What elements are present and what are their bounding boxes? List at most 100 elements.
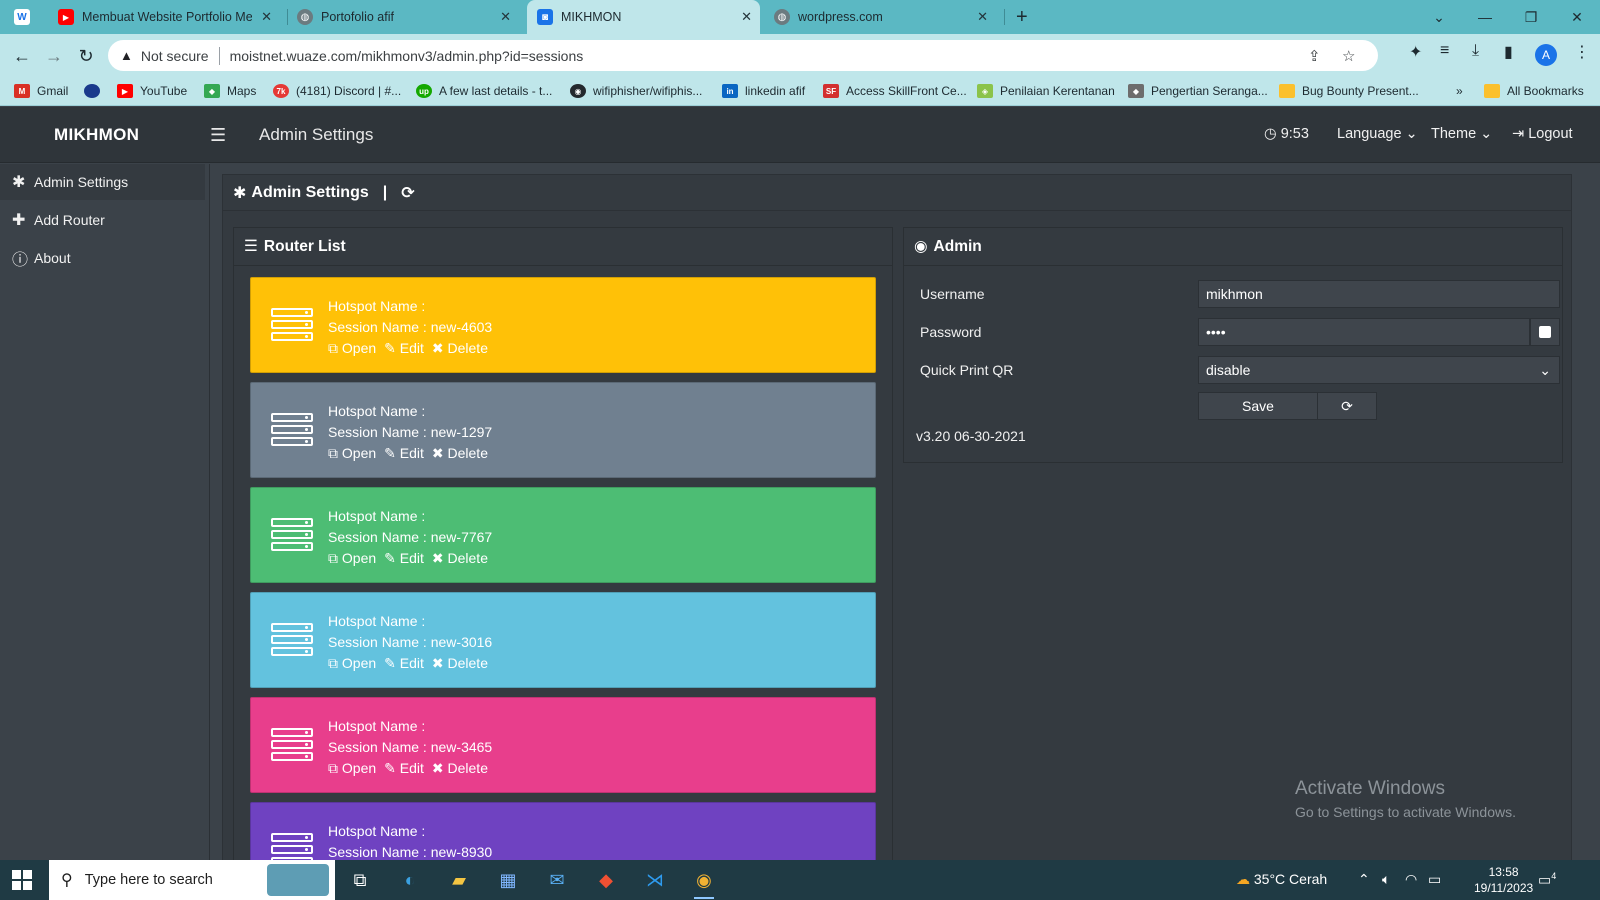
edit-link[interactable]: ✎ Edit xyxy=(384,338,424,359)
cube-icon: ◈ xyxy=(977,84,993,98)
brand-logo[interactable]: MIKHMON xyxy=(54,125,139,145)
share-icon[interactable]: ⇪ xyxy=(1308,47,1321,65)
bookmark-maps[interactable]: ◆ Maps xyxy=(204,82,256,100)
youtube-icon: ▶ xyxy=(117,84,133,98)
file-explorer-icon[interactable]: ▰ xyxy=(443,865,475,895)
close-tab-icon[interactable]: ✕ xyxy=(261,9,272,25)
edit-link[interactable]: ✎ Edit xyxy=(384,443,424,464)
vscode-icon[interactable]: ⋊ xyxy=(639,865,671,895)
open-link[interactable]: ⧉ Open xyxy=(328,758,376,779)
sidebar-item-add-router[interactable]: ✚ Add Router xyxy=(0,202,205,238)
more-bookmarks-button[interactable]: » xyxy=(1456,82,1463,100)
quick-print-qr-select[interactable]: disable ⌄ xyxy=(1198,356,1560,384)
edit-link[interactable]: ✎ Edit xyxy=(384,653,424,674)
logout-button[interactable]: ⇥ Logout xyxy=(1512,126,1573,142)
battery-icon[interactable]: ▭ xyxy=(1428,871,1441,888)
reload-button[interactable]: ↻ xyxy=(72,42,100,70)
open-link[interactable]: ⧉ Open xyxy=(328,338,376,359)
chevron-down-icon: ⌄ xyxy=(1405,126,1418,142)
task-view-icon[interactable]: ⧉ xyxy=(344,865,376,895)
hamburger-menu-icon[interactable]: ☰ xyxy=(210,125,226,146)
download-icon[interactable]: ⤓ xyxy=(1472,42,1479,60)
bookmark-discord[interactable]: 7k (4181) Discord | #... xyxy=(273,82,401,100)
delete-link[interactable]: ✖ Delete xyxy=(432,443,488,464)
password-input[interactable]: •••• xyxy=(1198,318,1530,346)
bookmark-pengertian[interactable]: ◆ Pengertian Seranga... xyxy=(1128,82,1268,100)
taskbar-clock[interactable]: 13:58 19/11/2023 xyxy=(1474,864,1533,896)
url-text[interactable]: moistnet.wuaze.com/mikhmonv3/admin.php?i… xyxy=(230,48,584,64)
store-icon[interactable]: ▦ xyxy=(492,865,524,895)
tray-chevron-icon[interactable]: ⌃ xyxy=(1358,871,1370,888)
restore-button[interactable]: ❐ xyxy=(1508,0,1554,34)
git-icon[interactable]: ◆ xyxy=(590,865,622,895)
delete-link[interactable]: ✖ Delete xyxy=(432,338,488,359)
delete-link[interactable]: ✖ Delete xyxy=(432,653,488,674)
open-link[interactable]: ⧉ Open xyxy=(328,443,376,464)
bookmark-linkedin[interactable]: in linkedin afif xyxy=(722,82,805,100)
close-tab-icon[interactable]: ✕ xyxy=(977,9,988,25)
close-window-button[interactable]: ✕ xyxy=(1554,0,1600,34)
side-panel-icon[interactable]: ▮ xyxy=(1504,42,1513,62)
skillfront-icon: SF xyxy=(823,84,839,98)
close-tab-icon[interactable]: ✕ xyxy=(741,9,752,25)
maps-pin-icon: ◆ xyxy=(204,84,220,98)
edge-icon[interactable]: ◐ xyxy=(394,865,426,895)
warning-icon[interactable]: ▲ xyxy=(120,48,133,63)
chrome-icon[interactable]: ◉ xyxy=(688,865,720,899)
extensions-icon[interactable]: ✦ xyxy=(1409,42,1422,62)
tab-youtube[interactable]: ▶ Membuat Website Portfolio Men ✕ xyxy=(58,0,280,34)
media-queue-icon[interactable]: ≡ xyxy=(1440,42,1449,60)
bookmark-youtube[interactable]: ▶ YouTube xyxy=(117,82,187,100)
mikhmon-icon: ◙ xyxy=(537,9,553,25)
tab-portofolio[interactable]: ◍ Portofolio afif ✕ xyxy=(297,0,519,34)
discord-icon: 7k xyxy=(273,84,289,98)
delete-link[interactable]: ✖ Delete xyxy=(432,548,488,569)
open-link[interactable]: ⧉ Open xyxy=(328,653,376,674)
sidebar-item-about[interactable]: ⓘ About xyxy=(0,240,205,276)
all-bookmarks[interactable]: All Bookmarks xyxy=(1484,82,1584,100)
refresh-icon[interactable]: ⟳ xyxy=(401,183,414,203)
close-tab-icon[interactable]: ✕ xyxy=(500,9,511,25)
bookmark-penilaian[interactable]: ◈ Penilaian Kerentanan xyxy=(977,82,1115,100)
bookmark-skillfront[interactable]: SF Access SkillFront Ce... xyxy=(823,82,967,100)
volume-icon[interactable]: 🔈︎ xyxy=(1382,871,1390,888)
weather-widget[interactable]: ☁ 35°C Cerah xyxy=(1236,871,1327,888)
menu-kebab-icon[interactable]: ⋮ xyxy=(1574,42,1590,62)
new-tab-button[interactable]: + xyxy=(1016,0,1044,34)
open-link[interactable]: ⧉ Open xyxy=(328,548,376,569)
back-button[interactable]: ← xyxy=(8,42,36,70)
language-dropdown[interactable]: Language ⌄ xyxy=(1337,126,1418,142)
bookmark-upwork[interactable]: up A few last details - t... xyxy=(416,82,552,100)
delete-link[interactable]: ✖ Delete xyxy=(432,758,488,779)
notifications-icon[interactable]: ▭4 xyxy=(1538,871,1556,889)
sidebar-item-admin-settings[interactable]: ✱ Admin Settings xyxy=(0,164,205,200)
bookmark-bug-bounty[interactable]: Bug Bounty Present... xyxy=(1279,82,1419,100)
bookmark-unnamed[interactable] xyxy=(84,82,107,100)
not-secure-label[interactable]: Not secure xyxy=(141,48,209,64)
star-icon[interactable]: ☆ xyxy=(1342,47,1355,65)
reload-config-button[interactable]: ⟳ xyxy=(1317,392,1377,420)
bookmark-gmail[interactable]: M Gmail xyxy=(14,82,68,100)
profile-avatar[interactable]: A xyxy=(1535,44,1557,66)
version-text: v3.20 06-30-2021 xyxy=(916,428,1026,444)
forward-button[interactable]: → xyxy=(40,42,68,70)
tab-search-chevron-icon[interactable]: ⌄ xyxy=(1416,0,1462,34)
show-password-checkbox[interactable] xyxy=(1530,318,1560,346)
tab-wordpress[interactable]: ◍ wordpress.com ✕ xyxy=(774,0,996,34)
taskbar-search-box[interactable]: ⚲ Type here to search xyxy=(49,860,335,900)
windows-start-icon[interactable] xyxy=(12,870,32,890)
minimize-button[interactable]: — xyxy=(1462,0,1508,34)
address-bar[interactable]: ▲ Not secure moistnet.wuaze.com/mikhmonv… xyxy=(108,40,1378,71)
username-input[interactable]: mikhmon xyxy=(1198,280,1560,308)
save-button[interactable]: Save xyxy=(1198,392,1318,420)
bookmark-github[interactable]: ◉ wifiphisher/wifiphis... xyxy=(570,82,702,100)
weather-cloud-icon: ☁ xyxy=(1236,871,1250,887)
tab-search-icon[interactable]: W xyxy=(14,0,44,34)
theme-dropdown[interactable]: Theme ⌄ xyxy=(1431,126,1492,142)
wifi-icon[interactable]: ◠ xyxy=(1405,871,1417,888)
mail-icon[interactable]: ✉ xyxy=(541,865,573,895)
search-icon: ⚲ xyxy=(61,872,73,889)
tab-mikhmon[interactable]: ◙ MIKHMON ✕ xyxy=(527,0,760,34)
edit-link[interactable]: ✎ Edit xyxy=(384,548,424,569)
edit-link[interactable]: ✎ Edit xyxy=(384,758,424,779)
